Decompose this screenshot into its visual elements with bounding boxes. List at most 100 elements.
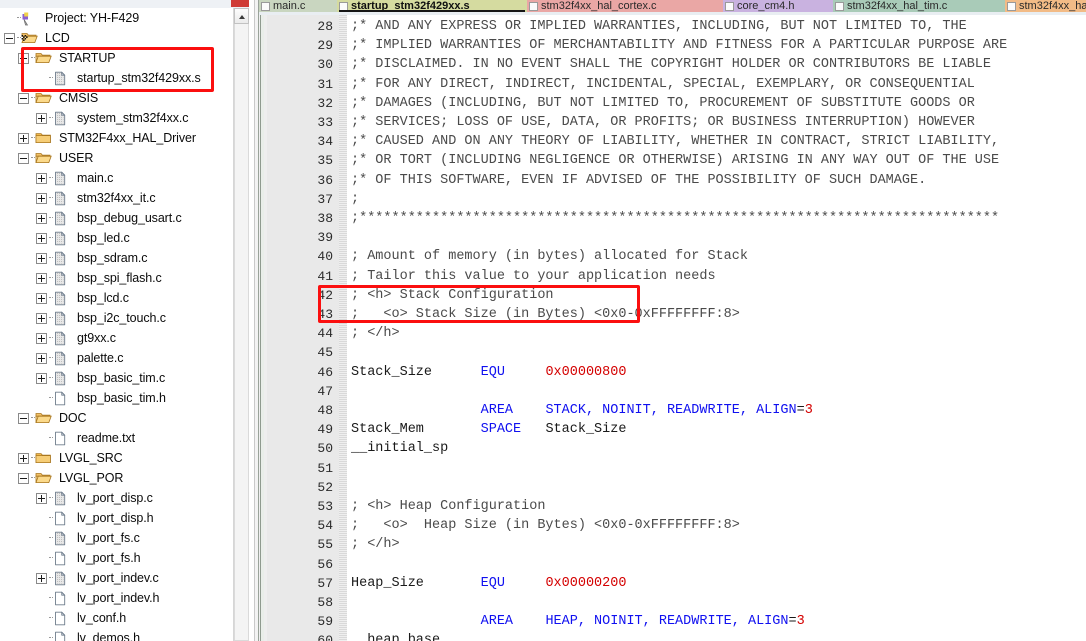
- editor-tab-core-cm4-h[interactable]: core_cm4.h: [723, 0, 833, 12]
- collapse-minus-icon[interactable]: [18, 412, 29, 424]
- line-number: 52: [317, 479, 333, 495]
- code-line[interactable]: ;* CAUSED AND ON ANY THEORY OF LIABILITY…: [351, 132, 999, 151]
- code-line[interactable]: ;* AND ANY EXPRESS OR IMPLIED WARRANTIES…: [351, 17, 967, 36]
- collapse-minus-icon[interactable]: [4, 32, 15, 44]
- code-line[interactable]: ; Amount of memory (in bytes) allocated …: [351, 247, 748, 266]
- tree-item-stm32f4xx-it-c[interactable]: stm32f4xx_it.c: [0, 188, 233, 208]
- code-line[interactable]: Heap_Size EQU 0x00000200: [351, 574, 626, 593]
- tree-item-cmsis[interactable]: CMSIS: [0, 88, 233, 108]
- collapse-minus-icon[interactable]: [18, 92, 29, 104]
- expand-plus-icon[interactable]: [36, 192, 47, 204]
- code-line[interactable]: __initial_sp: [351, 439, 448, 458]
- expand-plus-icon[interactable]: [36, 352, 47, 364]
- code-line[interactable]: AREA STACK, NOINIT, READWRITE, ALIGN=3: [351, 401, 813, 420]
- tree-item-bsp-debug-usart-c[interactable]: bsp_debug_usart.c: [0, 208, 233, 228]
- editor-tab-bar[interactable]: main.c startup_stm32f429xx.s stm32f4xx_hal…: [259, 0, 1086, 12]
- tree-item-lvgl-por[interactable]: LVGL_POR: [0, 468, 233, 488]
- code-text-area[interactable]: ;* AND ANY EXPRESS OR IMPLIED WARRANTIES…: [347, 15, 1086, 641]
- tree-item-bsp-sdram-c[interactable]: bsp_sdram.c: [0, 248, 233, 268]
- code-line[interactable]: ; </h>: [351, 324, 400, 343]
- code-line[interactable]: ;***************************************…: [351, 209, 999, 228]
- tree-item-project-yh-f429[interactable]: Project: YH-F429: [0, 8, 233, 28]
- editor-tab-stm32f4xx-hal-cortex-c[interactable]: stm32f4xx_hal_cortex.c: [527, 0, 723, 12]
- code-line[interactable]: ;* SERVICES; LOSS OF USE, DATA, OR PROFI…: [351, 113, 975, 132]
- expand-plus-icon[interactable]: [36, 112, 47, 124]
- expand-plus-icon[interactable]: [36, 492, 47, 504]
- collapse-minus-icon[interactable]: [18, 152, 29, 164]
- scroll-up-button[interactable]: [234, 8, 249, 24]
- tree-item-lv-port-indev-h[interactable]: lv_port_indev.h: [0, 588, 233, 608]
- collapse-minus-icon[interactable]: [18, 52, 29, 64]
- tree-item-lv-port-indev-c[interactable]: lv_port_indev.c: [0, 568, 233, 588]
- collapse-minus-icon[interactable]: [18, 472, 29, 484]
- editor-tab-startup-stm32f429xx-s[interactable]: startup_stm32f429xx.s: [337, 0, 527, 12]
- tree-item-bsp-spi-flash-c[interactable]: bsp_spi_flash.c: [0, 268, 233, 288]
- tree-item-lv-port-disp-c[interactable]: lv_port_disp.c: [0, 488, 233, 508]
- line-number: 41: [317, 268, 333, 284]
- tree-item-bsp-led-c[interactable]: bsp_led.c: [0, 228, 233, 248]
- editor-tab-main-c[interactable]: main.c: [259, 0, 337, 12]
- expand-plus-icon[interactable]: [18, 452, 29, 464]
- tree-item-bsp-basic-tim-h[interactable]: bsp_basic_tim.h: [0, 388, 233, 408]
- code-line[interactable]: ;* DISCLAIMED. IN NO EVENT SHALL THE COP…: [351, 55, 991, 74]
- code-line[interactable]: ;* OF THIS SOFTWARE, EVEN IF ADVISED OF …: [351, 171, 926, 190]
- tree-item-user[interactable]: USER: [0, 148, 233, 168]
- tree-item-lv-port-fs-h[interactable]: lv_port_fs.h: [0, 548, 233, 568]
- code-line[interactable]: ; <h> Heap Configuration: [351, 497, 545, 516]
- editor-tab-stm32f4xx-hal-tim-c[interactable]: stm32f4xx_hal_tim.c: [833, 0, 1005, 12]
- code-line[interactable]: ;* FOR ANY DIRECT, INDIRECT, INCIDENTAL,…: [351, 75, 975, 94]
- code-line[interactable]: ;* DAMAGES (INCLUDING, BUT NOT LIMITED T…: [351, 94, 975, 113]
- tree-item-stm32f4xx-hal-driver[interactable]: STM32F4xx_HAL_Driver: [0, 128, 233, 148]
- project-tree-scrollbar[interactable]: [233, 8, 250, 641]
- tree-item-gt9xx-c[interactable]: gt9xx.c: [0, 328, 233, 348]
- scrollbar-track[interactable]: [234, 24, 249, 641]
- code-line[interactable]: ; <h> Stack Configuration: [351, 286, 554, 305]
- code-line[interactable]: ; </h>: [351, 535, 400, 554]
- tree-item-bsp-i2c-touch-c[interactable]: bsp_i2c_touch.c: [0, 308, 233, 328]
- tree-item-lv-port-fs-c[interactable]: lv_port_fs.c: [0, 528, 233, 548]
- tree-item-lv-demos-h[interactable]: lv_demos.h: [0, 628, 233, 641]
- tree-item-lcd[interactable]: LCD: [0, 28, 233, 48]
- code-line[interactable]: ; <o> Stack Size (in Bytes) <0x0-0xFFFFF…: [351, 305, 740, 324]
- tree-item-startup[interactable]: STARTUP: [0, 48, 233, 68]
- expand-plus-icon[interactable]: [36, 372, 47, 384]
- tree-item-main-c[interactable]: main.c: [0, 168, 233, 188]
- tree-item-palette-c[interactable]: palette.c: [0, 348, 233, 368]
- code-line[interactable]: ; Tailor this value to your application …: [351, 267, 716, 286]
- tree-item-startup-stm32f429xx-s[interactable]: startup_stm32f429xx.s: [0, 68, 233, 88]
- code-line[interactable]: Stack_Size EQU 0x00000800: [351, 363, 626, 382]
- expand-plus-icon[interactable]: [36, 172, 47, 184]
- code-line[interactable]: AREA HEAP, NOINIT, READWRITE, ALIGN=3: [351, 612, 805, 631]
- project-tree[interactable]: Project: YH-F429 LCD STARTUP startup_stm32f…: [0, 8, 233, 641]
- expand-plus-icon[interactable]: [36, 312, 47, 324]
- expand-plus-icon[interactable]: [36, 572, 47, 584]
- tree-item-lvgl-src[interactable]: LVGL_SRC: [0, 448, 233, 468]
- code-line[interactable]: ;: [351, 190, 359, 209]
- close-button[interactable]: [231, 0, 251, 7]
- expand-plus-icon[interactable]: [36, 232, 47, 244]
- expand-plus-icon[interactable]: [36, 332, 47, 344]
- tree-item-readme-txt[interactable]: readme.txt: [0, 428, 233, 448]
- line-number: 36: [317, 172, 333, 188]
- expand-plus-icon[interactable]: [18, 132, 29, 144]
- editor-tab-stm32f4xx-hal-c[interactable]: stm32f4xx_hal.c: [1005, 0, 1086, 12]
- expand-plus-icon[interactable]: [36, 272, 47, 284]
- code-line[interactable]: ; <o> Heap Size (in Bytes) <0x0-0xFFFFFF…: [351, 516, 740, 535]
- tree-item-bsp-lcd-c[interactable]: bsp_lcd.c: [0, 288, 233, 308]
- code-line[interactable]: Stack_Mem SPACE Stack_Size: [351, 420, 626, 439]
- code-line[interactable]: ;* IMPLIED WARRANTIES OF MERCHANTABILITY…: [351, 36, 1007, 55]
- tree-item-lv-conf-h[interactable]: lv_conf.h: [0, 608, 233, 628]
- expand-plus-icon[interactable]: [36, 292, 47, 304]
- code-token: ;* SERVICES; LOSS OF USE, DATA, OR PROFI…: [351, 115, 975, 130]
- tree-item-lv-port-disp-h[interactable]: lv_port_disp.h: [0, 508, 233, 528]
- code-line[interactable]: __heap_base: [351, 631, 440, 641]
- expand-plus-icon[interactable]: [36, 212, 47, 224]
- code-token: ; </h>: [351, 537, 400, 553]
- tree-item-system-stm32f4xx-c[interactable]: system_stm32f4xx.c: [0, 108, 233, 128]
- code-editor[interactable]: 28 29 30 31 32 33 34 35 36 37 38 39 40 41 42 43 44 45 46 47…: [259, 15, 1086, 641]
- expand-plus-icon[interactable]: [36, 252, 47, 264]
- tree-item-doc[interactable]: DOC: [0, 408, 233, 428]
- code-line[interactable]: ;* OR TORT (INCLUDING NEGLIGENCE OR OTHE…: [351, 151, 999, 170]
- tree-item-bsp-basic-tim-c[interactable]: bsp_basic_tim.c: [0, 368, 233, 388]
